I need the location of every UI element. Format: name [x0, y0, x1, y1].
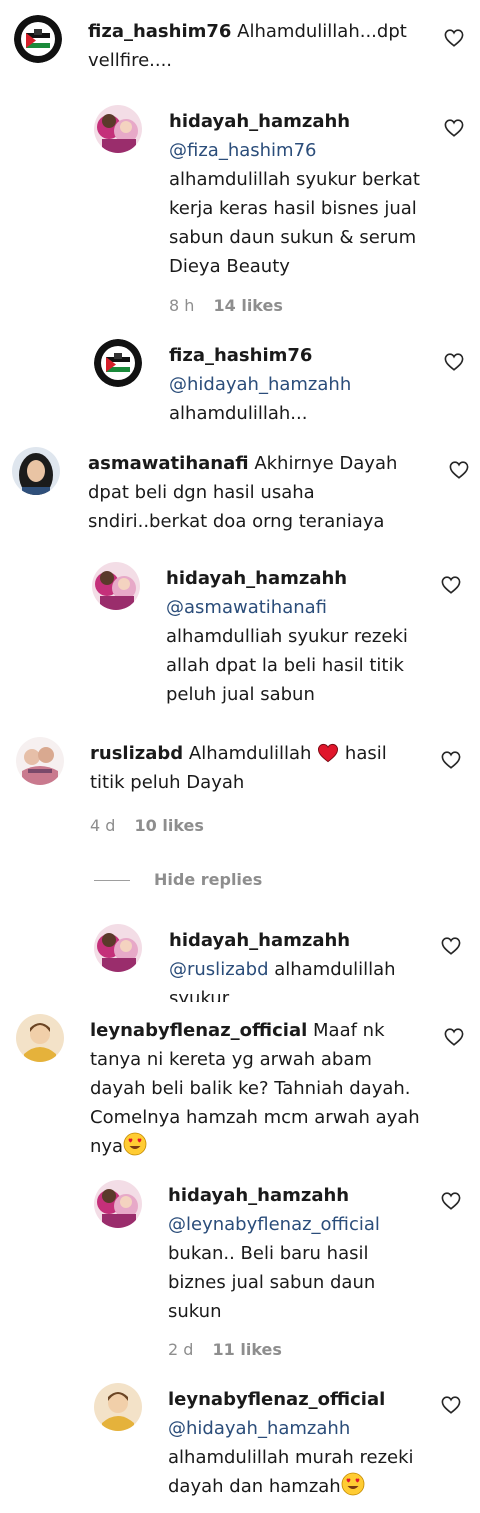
reply-text: leynabyflenaz_official @hidayah_hamzahh … — [168, 1385, 430, 1501]
like-count[interactable]: 14 likes — [214, 296, 283, 315]
hidayah-avatar-icon — [92, 562, 140, 610]
mention-link[interactable]: @fiza_hashim76 — [169, 136, 431, 165]
like-heart-icon[interactable] — [441, 1192, 461, 1210]
hidayah-avatar-icon — [94, 105, 142, 153]
rusliza-avatar-icon — [16, 737, 64, 785]
asmawati-avatar-icon — [12, 447, 60, 495]
avatar[interactable] — [14, 15, 62, 63]
reply-username[interactable]: hidayah_hamzahh — [169, 107, 431, 136]
reply-body: alhamdulliah syukur rezeki allah dpat la… — [166, 626, 408, 705]
like-heart-icon[interactable] — [444, 29, 464, 47]
like-heart-icon[interactable] — [449, 461, 469, 479]
like-heart-icon[interactable] — [444, 353, 464, 371]
avatar[interactable] — [16, 1014, 64, 1062]
comment-text: ruslizabd Alhamdulillah hasil titik pelu… — [90, 739, 420, 797]
reply-body: alhamdulillah murah rezeki dayah dan ham… — [168, 1447, 414, 1497]
reply-username[interactable]: hidayah_hamzahh — [169, 926, 431, 955]
like-count[interactable]: 10 likes — [135, 816, 204, 835]
leyna-avatar-icon — [16, 1014, 64, 1062]
avatar[interactable] — [16, 737, 64, 785]
reply-text: hidayah_hamzahh @ruslizabd alhamdulillah… — [169, 926, 431, 1002]
comment-text: asmawatihanafi Akhirnye Dayah dpat beli … — [88, 449, 418, 536]
avatar[interactable] — [94, 1180, 142, 1228]
reply-username[interactable]: hidayah_hamzahh — [166, 564, 428, 593]
avatar[interactable] — [94, 339, 142, 387]
comment-username[interactable]: asmawatihanafi — [88, 453, 249, 474]
avatar[interactable] — [94, 924, 142, 972]
comment-time: 4 d — [90, 816, 116, 835]
avatar[interactable] — [94, 1383, 142, 1431]
mention-link[interactable]: @hidayah_hamzahh — [169, 370, 431, 399]
reply-body: alhamdulillah... — [169, 403, 308, 424]
hidayah-avatar-icon — [94, 924, 142, 972]
reply-username[interactable]: hidayah_hamzahh — [168, 1181, 430, 1210]
reply-username[interactable]: leynabyflenaz_official — [168, 1385, 430, 1414]
like-heart-icon[interactable] — [441, 751, 461, 769]
hide-replies-divider — [94, 880, 130, 881]
comment-username[interactable]: fiza_hashim76 — [88, 21, 231, 42]
comment-time: 2 d — [168, 1340, 194, 1359]
comment-username[interactable]: ruslizabd — [90, 743, 183, 764]
comment-text: fiza_hashim76 Alhamdulillah...dpt vellfi… — [88, 17, 418, 75]
mention-link[interactable]: @leynabyflenaz_official — [168, 1210, 430, 1239]
leyna-avatar-icon — [94, 1383, 142, 1431]
comment-body: Alhamdulillah — [188, 743, 312, 764]
mention-link[interactable]: @asmawatihanafi — [166, 593, 428, 622]
mention-link[interactable]: @ruslizabd — [169, 959, 269, 980]
like-heart-icon[interactable] — [441, 1396, 461, 1414]
mention-link[interactable]: @hidayah_hamzahh — [168, 1414, 430, 1443]
hide-replies-button[interactable]: Hide replies — [154, 870, 262, 889]
like-heart-icon[interactable] — [441, 937, 461, 955]
red-heart-icon — [318, 743, 339, 763]
reply-text: hidayah_hamzahh @fiza_hashim76 alhamduli… — [169, 107, 431, 281]
free-palestine-avatar-icon — [14, 15, 62, 63]
reply-username[interactable]: fiza_hashim76 — [169, 341, 431, 370]
like-heart-icon[interactable] — [441, 576, 461, 594]
comment-meta: 2 d 11 likes — [168, 1340, 282, 1359]
free-palestine-avatar-icon — [94, 339, 142, 387]
like-count[interactable]: 11 likes — [213, 1340, 282, 1359]
reply-body: bukan.. Beli baru hasil biznes jual sabu… — [168, 1243, 376, 1322]
comment-username[interactable]: leynabyflenaz_official — [90, 1020, 307, 1041]
comment-meta: 4 d 10 likes — [90, 816, 204, 835]
avatar[interactable] — [94, 105, 142, 153]
reply-clip: hidayah_hamzahh @ruslizabd alhamdulillah… — [169, 926, 431, 1002]
avatar[interactable] — [92, 562, 140, 610]
comment-meta: 8 h 14 likes — [169, 296, 283, 315]
comment-time: 8 h — [169, 296, 195, 315]
heart-eyes-emoji-icon — [341, 1472, 365, 1496]
reply-text: hidayah_hamzahh @leynabyflenaz_official … — [168, 1181, 430, 1326]
like-heart-icon[interactable] — [444, 119, 464, 137]
avatar[interactable] — [12, 447, 60, 495]
hidayah-avatar-icon — [94, 1180, 142, 1228]
comment-text: leynabyflenaz_official Maaf nk tanya ni … — [90, 1016, 430, 1161]
like-heart-icon[interactable] — [444, 1028, 464, 1046]
heart-eyes-emoji-icon — [123, 1132, 147, 1156]
reply-body: alhamdulillah syukur berkat kerja keras … — [169, 169, 420, 277]
reply-text: fiza_hashim76 @hidayah_hamzahh alhamduli… — [169, 341, 431, 428]
reply-text: hidayah_hamzahh @asmawatihanafi alhamdul… — [166, 564, 428, 709]
